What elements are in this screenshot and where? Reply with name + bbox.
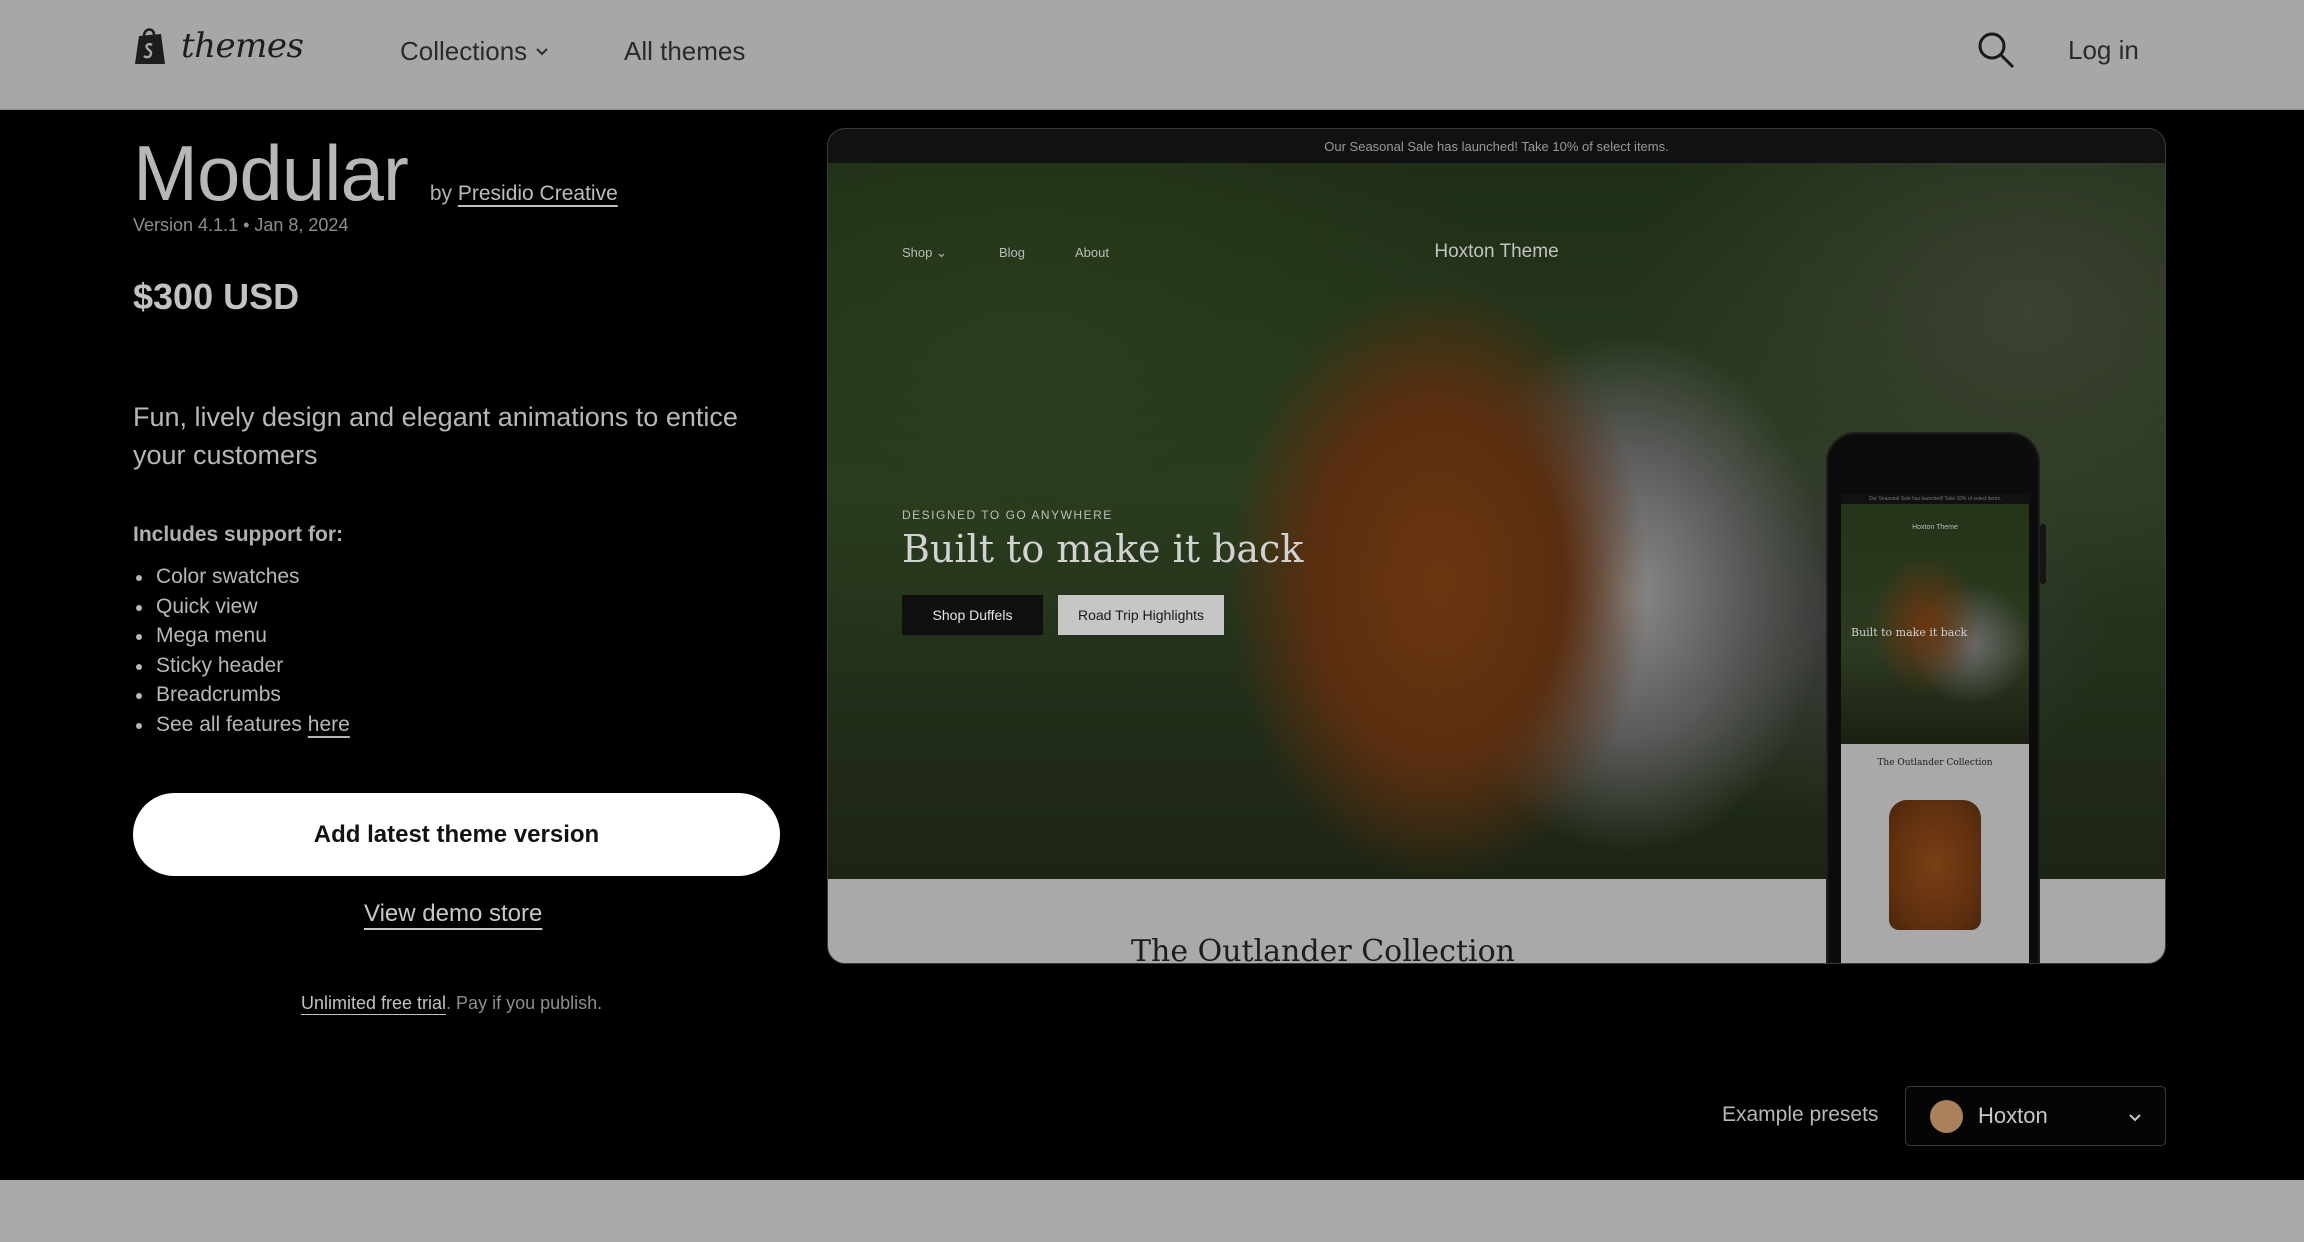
nav-collections-label: Collections [400,36,528,66]
theme-title: Modular [133,129,409,217]
nav-collections-dropdown[interactable]: Collections [400,36,549,67]
version-info: Version 4.1.1 • Jan 8, 2024 [133,215,349,235]
feature-item: Color swatches [133,562,350,592]
chevron-down-icon [2129,1114,2141,1122]
preview-announcement: Our Seasonal Sale has launched! Take 10%… [828,129,2165,163]
mobile-product-image [1889,800,1981,930]
preview-eyebrow: DESIGNED TO GO ANYWHERE [902,508,1113,522]
theme-description: Fun, lively design and elegant animation… [133,402,738,470]
byline-prefix: by [429,182,452,205]
trial-note: Unlimited free trial. Pay if you publish… [301,993,602,1014]
theme-preview-desktop: Our Seasonal Sale has launched! Take 10%… [827,128,2166,964]
see-all-text: See all features [156,712,308,736]
feature-list: Color swatches Quick view Mega menu Stic… [133,562,350,739]
mobile-announcement: Our Seasonal Sale has launched! Take 10%… [1841,494,2029,504]
mobile-brand: Hoxton Theme [1912,524,1958,531]
feature-item-see-all: See all features here [133,710,350,740]
mobile-screen: Our Seasonal Sale has launched! Take 10%… [1841,494,2029,963]
mobile-hero-image: Hoxton Theme Built to make it back [1841,504,2029,744]
add-theme-button[interactable]: Add latest theme version [133,793,780,876]
theme-preview-mobile: Our Seasonal Sale has launched! Take 10%… [1826,432,2040,963]
shopify-themes-logo[interactable]: themes [133,26,304,66]
view-demo-store-link[interactable]: View demo store [364,900,542,928]
logo-text: themes [181,26,304,66]
feature-item: Breadcrumbs [133,680,350,710]
support-title: Includes support for: [133,523,343,546]
bottom-strip [0,1180,2304,1242]
presets-label: Example presets [1722,1103,1879,1126]
free-trial-link[interactable]: Unlimited free trial [301,993,446,1013]
mobile-collection-section: The Outlander Collection [1841,744,2029,963]
presets-dropdown[interactable]: Hoxton [1905,1086,2166,1146]
theme-title-row: Modular by Presidio Creative [133,128,618,219]
see-all-features-link[interactable]: here [308,713,350,736]
feature-item: Mega menu [133,621,350,651]
theme-byline: by Presidio Creative [430,182,618,206]
feature-item: Quick view [133,592,350,622]
presets-selected-value: Hoxton [1978,1103,2048,1128]
mobile-headline: Built to make it back [1851,626,1968,639]
preview-shop-duffels-button[interactable]: Shop Duffels [902,595,1043,635]
mobile-collection-title: The Outlander Collection [1877,758,1993,768]
preview-road-trip-button[interactable]: Road Trip Highlights [1058,595,1224,635]
chevron-down-icon [536,47,548,55]
nav-all-themes[interactable]: All themes [624,36,745,67]
preview-brand: Hoxton Theme [1434,241,1559,262]
trial-suffix: . Pay if you publish. [446,993,603,1013]
search-icon[interactable] [1976,30,2016,70]
preset-color-swatch [1930,1099,1963,1133]
preview-headline: Built to make it back [902,527,1304,571]
feature-item: Sticky header [133,651,350,681]
preview-collection-title: The Outlander Collection [1130,934,1516,964]
theme-price: $300 USD [133,276,300,317]
shopify-bag-icon [135,28,165,64]
phone-side-button [2040,524,2046,584]
top-navigation: themes Collections All themes Log in [0,0,2304,110]
author-link[interactable]: Presidio Creative [458,182,618,205]
login-link[interactable]: Log in [2068,35,2139,66]
